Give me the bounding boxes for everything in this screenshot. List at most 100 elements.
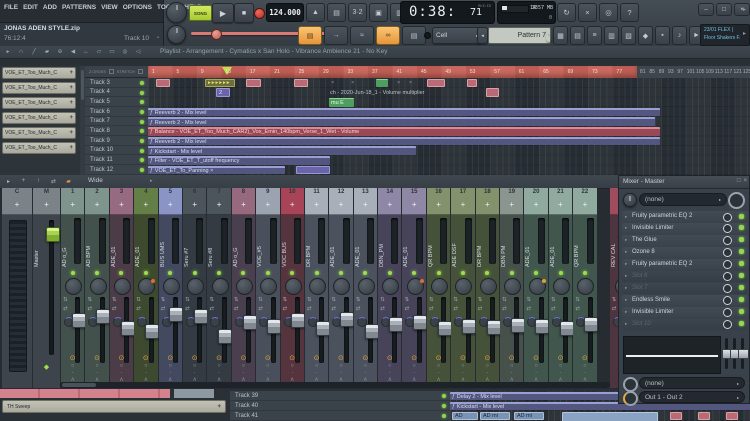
updown-arrows-icon[interactable]: ⇅	[380, 297, 385, 303]
fader-handle[interactable]	[96, 308, 111, 324]
mixer-strip-header[interactable]: 2 +	[85, 188, 109, 215]
mixer-strip-8[interactable]: 8 + AD o_G ⇅ ⇄ ⊙ ○ · ∧	[231, 188, 257, 388]
main-volume-knob[interactable]	[166, 2, 187, 23]
mixer-strip-header[interactable]: C +	[2, 188, 32, 215]
pan-knob[interactable]	[406, 278, 424, 295]
mixer-strip-header[interactable]: 17 +	[451, 188, 475, 215]
mute-led[interactable]	[217, 271, 222, 275]
playlist-timeline-ruler[interactable]: 1 5 9 13 17 21 25 29 33 37 41 45 49 53 57 61 65 69 73 77 81 8…	[148, 66, 750, 78]
fx-enable-led[interactable]	[739, 261, 744, 267]
pattern-clip[interactable]	[296, 165, 330, 175]
select-icon[interactable]: ▭	[107, 47, 117, 56]
mixer-strip-header[interactable]: 7 +	[207, 188, 231, 215]
menu-arrow-icon[interactable]: ▸	[3, 176, 14, 186]
master-volume-fader[interactable]	[45, 220, 60, 355]
latency-icon[interactable]: ○	[500, 363, 523, 369]
audio-clip[interactable]: AD mi	[480, 411, 510, 421]
mixer-strip-header[interactable]: 5 +	[158, 188, 182, 215]
pattern-clip[interactable]: mu E	[329, 97, 354, 107]
mixer-strip-header[interactable]: 12 +	[329, 188, 353, 215]
mixer-strip-body[interactable]: REV CAL⇅⇄⊙○·∧	[609, 215, 618, 388]
pattern-clip[interactable]	[427, 78, 445, 88]
updown-arrows-icon[interactable]: ⇅	[551, 297, 556, 303]
mixer-strip-16[interactable]: 16 + QR BPM ⇅ ⇄ ⊙ ○ · ∧	[426, 188, 452, 388]
mixer-strip-header[interactable]: 13 +	[353, 188, 378, 215]
track-enable-led[interactable]	[140, 158, 144, 163]
output-dial[interactable]	[623, 391, 638, 406]
leftright-arrows-icon[interactable]: ⇄	[575, 306, 580, 312]
mixer-strip-6[interactable]: 6 + Seru #7 ⇅ ⇄ ⊙ ○ · ∧	[182, 188, 208, 388]
mixer-strip-header[interactable]: 1 +	[61, 188, 85, 215]
pattern-clip[interactable]	[156, 78, 170, 88]
pan-knob[interactable]	[479, 278, 497, 295]
fader-handle[interactable]	[388, 317, 403, 333]
record-arm-icon[interactable]: ⊙	[549, 354, 572, 362]
leftright-arrows-icon[interactable]: ⇄	[185, 306, 190, 312]
record-arm-icon[interactable]: ⊙	[573, 354, 596, 362]
fx-slot-4[interactable]: ▸ Ozone 8	[622, 246, 748, 259]
track-name-row[interactable]: Track 40	[230, 401, 450, 411]
fader-handle[interactable]	[120, 321, 135, 337]
mute-led[interactable]	[485, 271, 490, 275]
track-enable-led[interactable]	[442, 404, 446, 408]
playlist-panel-icon[interactable]: ▦	[553, 26, 568, 45]
automation-clip[interactable]: ƒ Reeverb 2 - Mix level	[148, 117, 655, 126]
fx-mix-knob[interactable]	[723, 308, 732, 318]
mixer-strip-20[interactable]: 20 + ADE_01 ⇅ ⇄ ⊙ ○ · ∧	[524, 188, 550, 388]
leftright-arrows-icon[interactable]: ⇄	[551, 306, 556, 312]
collapse-icon[interactable]: ∧	[610, 376, 618, 383]
updown-arrows-icon[interactable]: ⇅	[63, 297, 68, 303]
mixer-strip-header[interactable]: 19 +	[500, 188, 524, 215]
slot-arrow-icon[interactable]: ▸	[625, 237, 627, 243]
pan-knob[interactable]	[211, 278, 229, 295]
record-arm-icon[interactable]: ⊙	[610, 354, 618, 362]
fx-enable-led[interactable]	[739, 225, 744, 231]
mixer-strip-14[interactable]: 14 + DBN_PM ⇅ ⇄ ⊙ ○ · ∧	[378, 188, 403, 388]
countdown-icon[interactable]: 3·2	[348, 3, 367, 22]
zoom-icon[interactable]: ◎	[120, 47, 130, 56]
record-arm-icon[interactable]: ⊙	[378, 354, 401, 362]
mixer-strip-header[interactable]: 22 +	[573, 188, 597, 215]
pan-knob[interactable]	[382, 278, 400, 295]
mute-led[interactable]	[412, 271, 417, 275]
latency-icon[interactable]: ○	[329, 363, 352, 369]
typing-keyboard-icon[interactable]: ▤	[298, 26, 322, 45]
fx-mix-knob[interactable]	[723, 224, 732, 234]
mixer-strip-header[interactable]: 20 +	[524, 188, 548, 215]
mute-led[interactable]	[70, 271, 75, 275]
fx-slot-7[interactable]: ▸ Slot 7	[622, 282, 748, 295]
mute-led[interactable]	[143, 271, 148, 275]
latency-icon[interactable]: ○	[256, 363, 279, 369]
pan-knob[interactable]	[357, 278, 375, 295]
mixer-strip-body[interactable]: VOC BUS ⇅ ⇄ ⊙ ○ · ∧	[280, 215, 306, 388]
pan-knob[interactable]	[284, 278, 302, 295]
dock-icon[interactable]: ↑	[33, 176, 44, 186]
fx-slot-3[interactable]: ▸ The Glue	[622, 234, 748, 247]
fx-enable-led[interactable]	[739, 213, 744, 219]
mixer-strip-body[interactable]: ADE_01 ⇅ ⇄ ⊙ ○ · ∧	[548, 215, 574, 388]
mixer-strip-19[interactable]: 19 + DBN PM ⇅ ⇄ ⊙ ○ · ∧	[500, 188, 525, 388]
latency-icon[interactable]: ○	[232, 363, 255, 369]
fader-handle[interactable]	[559, 321, 574, 337]
mixer-strip-header[interactable]: 18 +	[475, 188, 500, 215]
mixer-strip-body[interactable]: QR BPM ⇅ ⇄ ⊙ ○ · ∧	[573, 215, 599, 388]
leftright-arrows-icon[interactable]: ⇄	[161, 306, 166, 312]
mixer-strip-2[interactable]: 2 + AD BPM ⇅ ⇄ ⊙ ○ · ∧	[85, 188, 111, 388]
latency-icon[interactable]: ○	[281, 363, 304, 369]
picker-item-th-sweep[interactable]: TH Sweep +	[2, 400, 226, 413]
fader-handle[interactable]	[218, 328, 233, 344]
audio-clip[interactable]	[562, 411, 658, 421]
slice-icon[interactable]: ▱	[94, 47, 104, 56]
track-name-row[interactable]: Track 10	[85, 146, 148, 156]
track-enable-led[interactable]	[140, 100, 144, 105]
detach-icon[interactable]: □	[737, 178, 741, 184]
record-arm-icon[interactable]: ⊙	[500, 354, 523, 362]
leftright-arrows-icon[interactable]: ⇄	[307, 306, 312, 312]
pattern-clip[interactable]	[246, 78, 261, 88]
track-name-row[interactable]: Track 6	[85, 107, 148, 117]
mute-led[interactable]	[509, 271, 514, 275]
pan-knob[interactable]	[455, 278, 473, 295]
master-panel-titlebar[interactable]: Mixer - Master □ ×	[619, 176, 749, 189]
mixer-strip-body[interactable]: Master ◆	[33, 215, 60, 388]
record-arm-icon[interactable]: ⊙	[183, 354, 206, 362]
